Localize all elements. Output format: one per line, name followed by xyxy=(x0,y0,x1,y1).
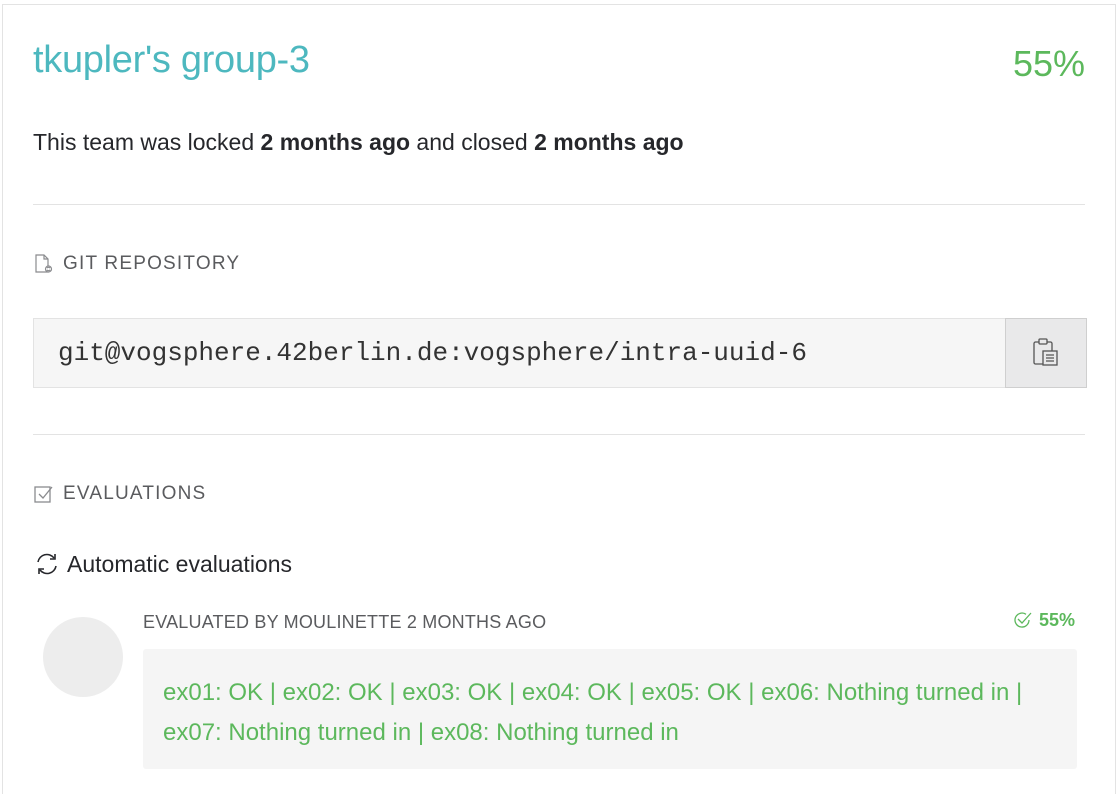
status-locked-time: 2 months ago xyxy=(260,129,411,155)
refresh-icon xyxy=(33,550,61,578)
evaluations-label: EVALUATIONS xyxy=(63,483,207,504)
check-circle-icon xyxy=(1011,609,1033,631)
divider xyxy=(33,204,1085,205)
status-middle: and closed xyxy=(410,129,535,155)
evaluation-score: 55% xyxy=(1011,609,1075,631)
status-closed-time: 2 months ago xyxy=(534,129,684,155)
divider xyxy=(33,434,1085,435)
checkbox-icon xyxy=(33,483,55,505)
evaluation-meta: EVALUATED BY MOULINETTE 2 MONTHS AGO xyxy=(143,612,547,632)
git-repository-heading: GIT REPOSITORY xyxy=(33,253,240,275)
team-status: This team was locked 2 months ago and cl… xyxy=(33,129,684,156)
evaluations-heading: EVALUATIONS xyxy=(33,483,206,505)
automatic-evaluations-label: Automatic evaluations xyxy=(67,550,293,577)
team-score: 55% xyxy=(1012,43,1085,84)
git-file-icon xyxy=(33,253,55,275)
git-repository-label: GIT REPOSITORY xyxy=(63,253,241,274)
team-title[interactable]: tkupler's group-3 xyxy=(33,39,310,82)
clipboard-icon xyxy=(1029,336,1063,370)
copy-url-button[interactable] xyxy=(1005,318,1087,388)
team-card: tkupler's group-3 55% This team was lock… xyxy=(2,4,1116,794)
evaluation-score-value: 55% xyxy=(1038,609,1075,630)
evaluation-result: ex01: OK | ex02: OK | ex03: OK | ex04: O… xyxy=(143,649,1077,769)
git-repo-field: git@vogsphere.42berlin.de:vogsphere/intr… xyxy=(33,318,1087,388)
avatar xyxy=(43,617,123,697)
git-url-input[interactable]: git@vogsphere.42berlin.de:vogsphere/intr… xyxy=(33,318,1005,388)
status-prefix: This team was locked xyxy=(33,129,261,155)
automatic-evaluations-heading: Automatic evaluations xyxy=(33,550,292,578)
